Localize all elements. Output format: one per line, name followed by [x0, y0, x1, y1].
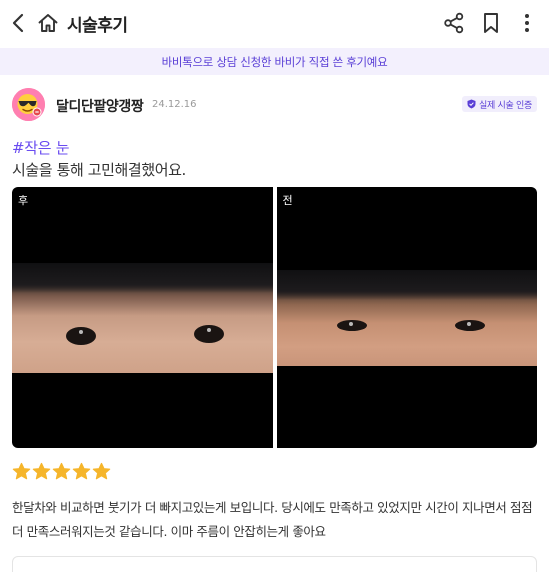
review-photos: 후 전	[12, 187, 537, 448]
more-vertical-icon[interactable]	[516, 10, 538, 36]
verified-badge: 실제 시술 인증	[462, 96, 538, 112]
author-nickname[interactable]: 달디단팥양갱짱	[56, 96, 144, 116]
avatar[interactable]	[12, 88, 45, 121]
home-icon[interactable]	[35, 10, 61, 36]
info-banner: 바비톡으로 상담 신청한 바비가 직접 쓴 후기예요	[0, 48, 549, 75]
concern-tag[interactable]: #작은 눈	[12, 137, 70, 158]
review-headline: 시술을 통해 고민해결했어요.	[12, 161, 186, 179]
review-body: 한달차와 비교하면 붓기가 더 빠지고있는게 보입니다. 당시에도 만족하고 있…	[12, 500, 533, 539]
back-arrow-icon[interactable]	[6, 10, 30, 36]
after-photo-label: 후	[18, 194, 29, 207]
after-eye-image	[12, 263, 273, 373]
sunglasses-emoji-icon	[12, 88, 45, 121]
before-photo-label: 전	[282, 194, 293, 207]
review-date: 24.12.16	[152, 99, 197, 110]
star-icon	[12, 462, 31, 480]
before-photo[interactable]: 전	[276, 187, 537, 448]
top-bar: 시술후기	[0, 0, 549, 46]
after-photo[interactable]: 후	[12, 187, 273, 448]
banner-text: 바비톡으로 상담 신청한 바비가 직접 쓴 후기예요	[161, 54, 388, 69]
star-rating	[12, 462, 111, 481]
star-icon	[52, 462, 71, 480]
verified-badge-label: 실제 시술 인증	[479, 100, 533, 111]
review-author-row: 달디단팥양갱짱 24.12.16 실제 시술 인증	[0, 86, 549, 126]
star-icon	[92, 462, 111, 480]
shield-check-icon	[467, 99, 476, 109]
next-card[interactable]	[12, 556, 537, 572]
before-eye-image	[276, 270, 537, 366]
bookmark-icon[interactable]	[479, 10, 503, 36]
share-icon[interactable]	[441, 10, 467, 36]
page-title: 시술후기	[67, 16, 128, 36]
star-icon	[72, 462, 91, 480]
star-icon	[32, 462, 51, 480]
